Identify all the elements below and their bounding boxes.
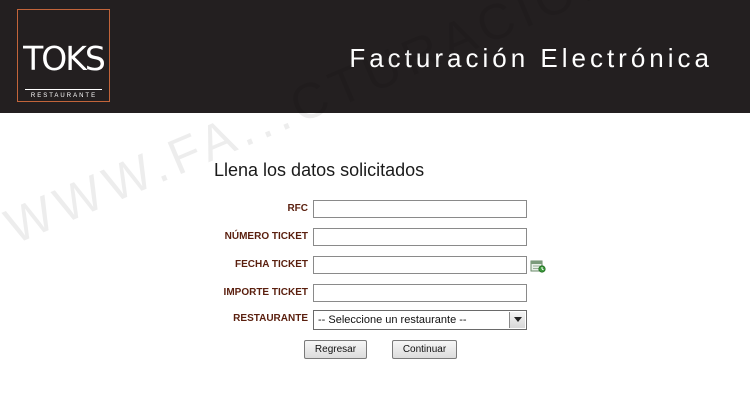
continue-button[interactable]: Continuar — [392, 340, 457, 359]
rfc-row: RFC — [190, 200, 550, 220]
ticket-amount-input[interactable] — [313, 284, 527, 302]
ticket-number-input[interactable] — [313, 228, 527, 246]
ticket-date-input[interactable] — [313, 256, 527, 274]
restaurant-select[interactable]: -- Seleccione un restaurante -- — [313, 310, 527, 330]
chevron-down-icon[interactable] — [509, 312, 525, 328]
back-button[interactable]: Regresar — [304, 340, 367, 359]
form-title: Llena los datos solicitados — [214, 160, 425, 180]
ticket-date-row: FECHA TICKET — [190, 256, 550, 276]
toks-logo[interactable]: TOKS RESTAURANTE — [17, 9, 110, 102]
restaurant-select-value: -- Seleccione un restaurante -- — [318, 314, 467, 326]
page-title: Facturación Electrónica — [349, 43, 713, 73]
ticket-number-label: NÚMERO TICKET — [224, 231, 308, 242]
restaurant-row: RESTAURANTE -- Seleccione un restaurante… — [190, 310, 550, 330]
calendar-icon[interactable] — [530, 259, 546, 273]
logo-text: TOKS — [23, 39, 106, 78]
header-bar: TOKS RESTAURANTE Facturación Electrónica — [0, 0, 750, 113]
rfc-label: RFC — [287, 203, 308, 214]
ticket-number-row: NÚMERO TICKET — [190, 228, 550, 248]
ticket-date-label: FECHA TICKET — [235, 259, 308, 270]
logo-divider — [25, 89, 102, 90]
rfc-input[interactable] — [313, 200, 527, 218]
ticket-amount-label: IMPORTE TICKET — [223, 287, 308, 298]
ticket-amount-row: IMPORTE TICKET — [190, 284, 550, 304]
restaurant-label: RESTAURANTE — [233, 313, 308, 324]
logo-subtext: RESTAURANTE — [30, 93, 98, 99]
